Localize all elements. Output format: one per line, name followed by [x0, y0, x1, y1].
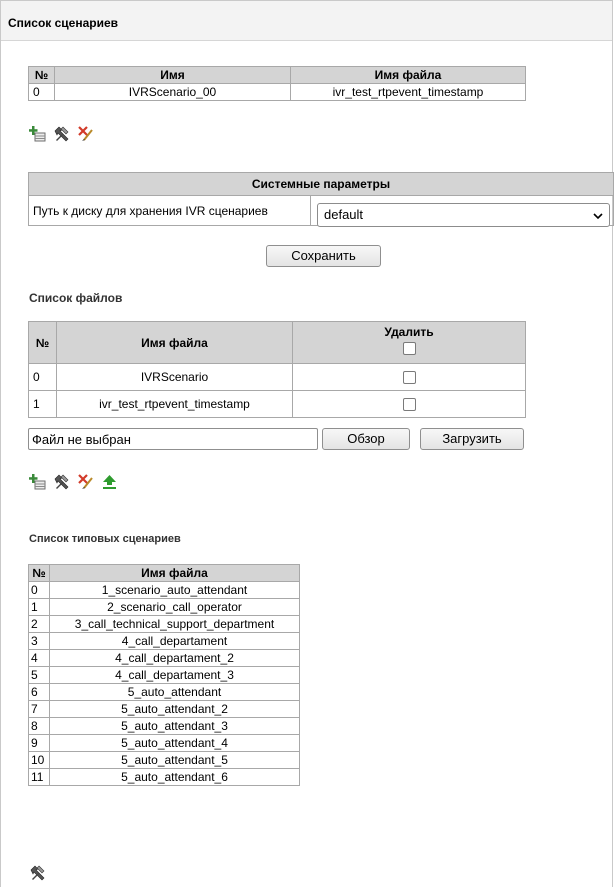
col-filename: Имя файла	[49, 564, 300, 582]
row-number: 9	[28, 734, 50, 752]
table-row[interactable]: 10 5_auto_attendant_5	[28, 751, 300, 769]
typical-table: № Имя файла 0 1_scenario_auto_attendant 1 2…	[28, 564, 300, 786]
scenario-file: ivr_test_rtpevent_timestamp	[290, 83, 526, 101]
typical-file-name: 4_call_departament	[49, 632, 300, 650]
typical-file-name: 4_call_departament_3	[49, 666, 300, 684]
table-row[interactable]: 4 4_call_departament_2	[28, 649, 300, 667]
row-number: 11	[28, 768, 50, 786]
typical-file-name: 5_auto_attendant_5	[49, 751, 300, 769]
table-row[interactable]: 11 5_auto_attendant_6	[28, 768, 300, 786]
table-row: 1 ivr_test_rtpevent_timestamp	[28, 390, 526, 418]
row-number: 3	[28, 632, 50, 650]
delete-icon[interactable]	[77, 473, 94, 490]
file-name: ivr_test_rtpevent_timestamp	[56, 390, 293, 418]
row-number: 4	[28, 649, 50, 667]
row-number: 2	[28, 615, 50, 633]
table-row[interactable]: 3 4_call_departament	[28, 632, 300, 650]
table-row[interactable]: 0 IVRScenario_00 ivr_test_rtpevent_times…	[28, 83, 526, 101]
scenarios-toolbar	[29, 125, 94, 142]
typical-file-name: 5_auto_attendant	[49, 683, 300, 701]
row-number: 8	[28, 717, 50, 735]
edit-icon[interactable]	[53, 125, 70, 142]
table-row[interactable]: 5 4_call_departament_3	[28, 666, 300, 684]
edit-icon[interactable]	[29, 864, 46, 881]
files-toolbar	[29, 473, 118, 490]
row-number: 7	[28, 700, 50, 718]
col-filename: Имя файла	[56, 321, 293, 364]
col-number: №	[28, 66, 55, 84]
typical-section-title: Список типовых сценариев	[29, 533, 181, 545]
file-name: IVRScenario	[56, 363, 293, 391]
table-row[interactable]: 2 3_call_technical_support_department	[28, 615, 300, 633]
typical-file-name: 4_call_departament_2	[49, 649, 300, 667]
system-params-title: Системные параметры	[28, 172, 614, 196]
row-number: 10	[28, 751, 50, 769]
disk-path-value: default	[324, 207, 364, 222]
col-delete: Удалить	[384, 325, 434, 339]
col-filename: Имя файла	[290, 66, 526, 84]
add-icon[interactable]	[29, 473, 46, 490]
delete-checkbox[interactable]	[402, 398, 416, 412]
typical-toolbar	[29, 864, 46, 881]
row-number: 6	[28, 683, 50, 701]
delete-checkbox[interactable]	[402, 371, 416, 385]
upload-icon[interactable]	[101, 473, 118, 490]
col-name: Имя	[54, 66, 291, 84]
row-number: 0	[28, 83, 55, 101]
col-number: №	[28, 564, 50, 582]
table-row[interactable]: 8 5_auto_attendant_3	[28, 717, 300, 735]
browse-button[interactable]: Обзор	[322, 428, 410, 450]
disk-path-select[interactable]: default	[317, 203, 610, 227]
row-number: 0	[28, 581, 50, 599]
typical-file-name: 5_auto_attendant_3	[49, 717, 300, 735]
table-row[interactable]: 6 5_auto_attendant	[28, 683, 300, 701]
panel-title: Список сценариев	[1, 1, 612, 41]
file-name-field: Файл не выбран	[28, 428, 318, 450]
table-row: 0 IVRScenario	[28, 363, 526, 391]
edit-icon[interactable]	[53, 473, 70, 490]
files-table: № Имя файла Удалить 0 IVRScenario 1 ivr_…	[28, 321, 526, 418]
row-number: 1	[28, 598, 50, 616]
typical-file-name: 5_auto_attendant_4	[49, 734, 300, 752]
typical-file-name: 2_scenario_call_operator	[49, 598, 300, 616]
table-row[interactable]: 1 2_scenario_call_operator	[28, 598, 300, 616]
table-row[interactable]: 7 5_auto_attendant_2	[28, 700, 300, 718]
row-number: 0	[28, 363, 57, 391]
col-number: №	[28, 321, 57, 364]
chevron-down-icon	[593, 209, 603, 224]
disk-path-label: Путь к диску для хранения IVR сценариев	[28, 195, 311, 226]
typical-file-name: 5_auto_attendant_6	[49, 768, 300, 786]
scenarios-table: № Имя Имя файла 0 IVRScenario_00 ivr_tes…	[28, 66, 526, 101]
upload-button[interactable]: Загрузить	[420, 428, 524, 450]
typical-file-name: 1_scenario_auto_attendant	[49, 581, 300, 599]
delete-icon[interactable]	[77, 125, 94, 142]
table-row[interactable]: 0 1_scenario_auto_attendant	[28, 581, 300, 599]
save-button[interactable]: Сохранить	[266, 245, 381, 267]
typical-file-name: 3_call_technical_support_department	[49, 615, 300, 633]
files-section-title: Список файлов	[29, 291, 123, 305]
scenario-name-link[interactable]: IVRScenario_00	[54, 83, 291, 101]
add-icon[interactable]	[29, 125, 46, 142]
row-number: 1	[28, 390, 57, 418]
typical-file-name: 5_auto_attendant_2	[49, 700, 300, 718]
select-all-checkbox[interactable]	[402, 342, 416, 355]
table-row[interactable]: 9 5_auto_attendant_4	[28, 734, 300, 752]
row-number: 5	[28, 666, 50, 684]
